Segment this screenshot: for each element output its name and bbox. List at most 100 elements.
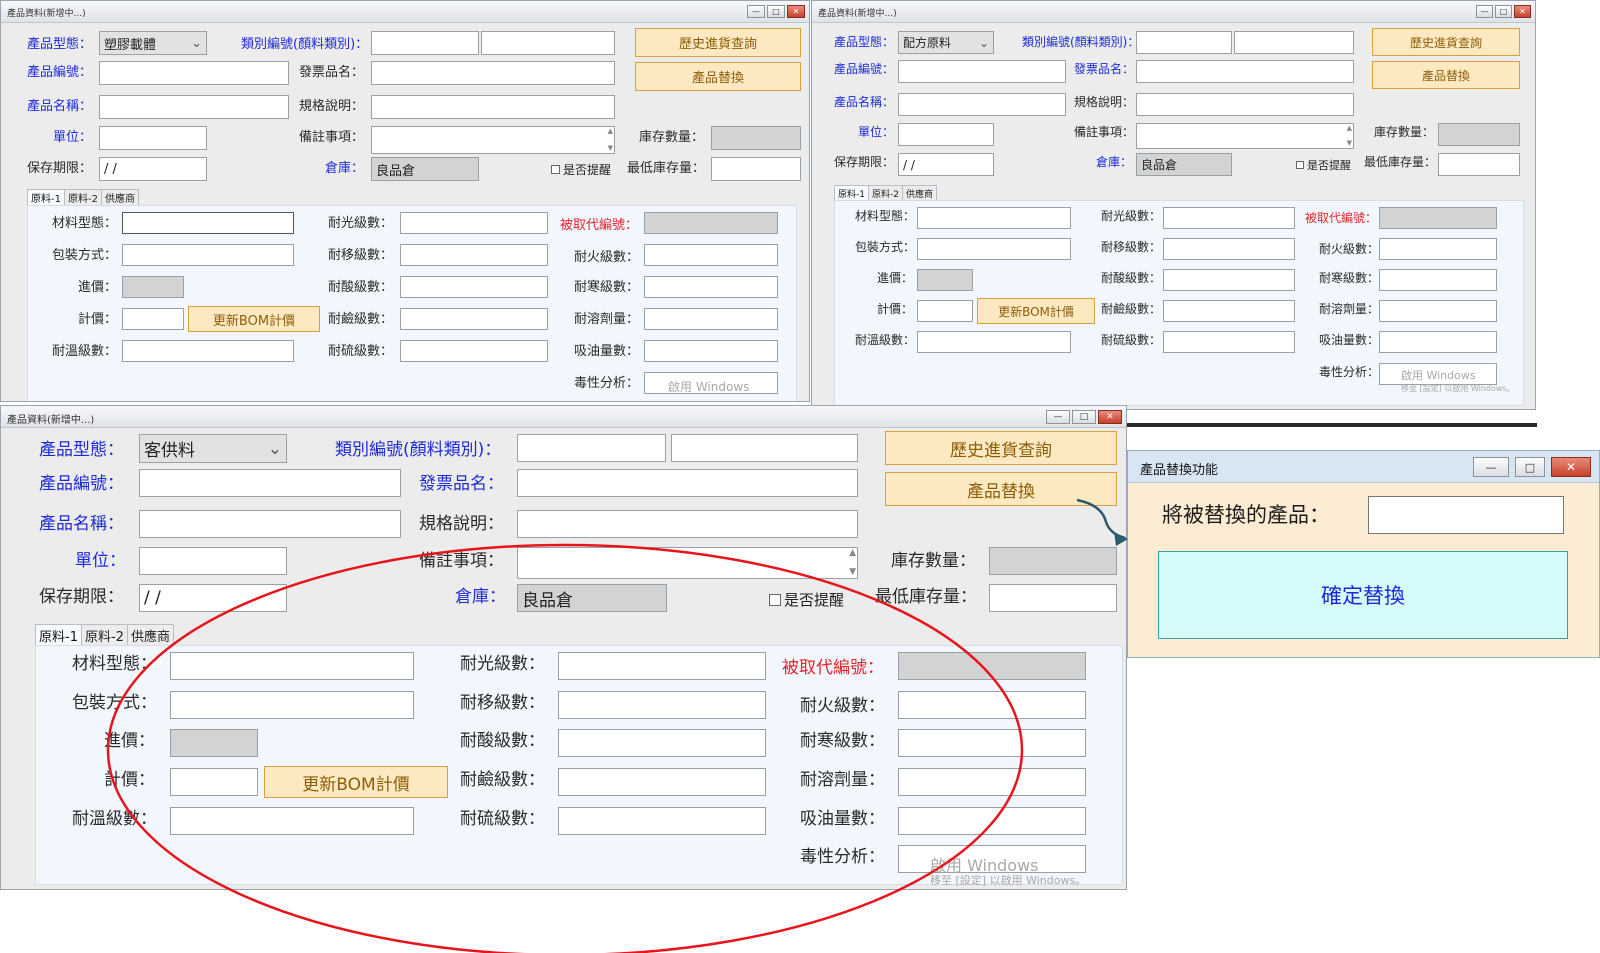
category-code-input-1[interactable] xyxy=(517,434,666,462)
product-type-select[interactable]: 配方原料 ⌄ xyxy=(898,31,994,54)
spec-input[interactable] xyxy=(371,95,615,119)
checkbox-box[interactable] xyxy=(1296,161,1304,169)
tab-material-2[interactable]: 原料-2 xyxy=(80,624,128,645)
pricing-input[interactable] xyxy=(122,308,184,330)
product-type-select[interactable]: 塑膠載體 ⌄ xyxy=(99,31,207,55)
tab-supplier[interactable]: 供應商 xyxy=(100,189,139,205)
unit-input[interactable] xyxy=(139,547,287,575)
unit-input[interactable] xyxy=(99,126,207,150)
note-input[interactable]: ▲ ▼ xyxy=(1136,123,1354,149)
shelf-life-input[interactable]: / / xyxy=(139,584,287,612)
solvent-resist-input[interactable] xyxy=(1379,300,1497,322)
history-purchase-button[interactable]: 歷史進貨查詢 xyxy=(1372,28,1520,56)
tab-supplier[interactable]: 供應商 xyxy=(126,624,174,645)
product-name-input[interactable] xyxy=(898,93,1066,116)
packaging-input[interactable] xyxy=(917,238,1071,260)
product-type-select[interactable]: 客供料 ⌄ xyxy=(139,434,287,463)
temp-resist-input[interactable] xyxy=(917,331,1071,353)
maximize-button[interactable]: □ xyxy=(767,5,785,18)
invoice-name-input[interactable] xyxy=(371,61,615,85)
scroll-up-icon[interactable]: ▲ xyxy=(849,549,856,558)
oil-absorb-input[interactable] xyxy=(644,340,778,362)
invoice-name-input[interactable] xyxy=(517,469,858,497)
oil-absorb-input[interactable] xyxy=(898,807,1086,835)
dialog-close-button[interactable]: ✕ xyxy=(1551,457,1591,477)
light-resist-input[interactable] xyxy=(558,652,766,680)
product-code-input[interactable] xyxy=(139,469,401,497)
dialog-minimize-button[interactable]: — xyxy=(1473,457,1509,477)
product-name-input[interactable] xyxy=(139,510,401,538)
light-resist-input[interactable] xyxy=(400,212,548,234)
acid-resist-input[interactable] xyxy=(400,276,548,298)
alkali-resist-input[interactable] xyxy=(1163,300,1295,322)
packaging-input[interactable] xyxy=(122,244,294,266)
solvent-resist-input[interactable] xyxy=(644,308,778,330)
sulfur-resist-input[interactable] xyxy=(558,807,766,835)
minimize-button[interactable]: — xyxy=(1476,5,1493,18)
scroll-up-icon[interactable]: ▲ xyxy=(608,128,613,135)
scroll-down-icon[interactable]: ▼ xyxy=(1347,140,1352,147)
minimize-button[interactable]: — xyxy=(1046,410,1070,424)
tab-supplier[interactable]: 供應商 xyxy=(901,185,937,200)
min-stock-input[interactable] xyxy=(989,584,1117,612)
tab-material-2[interactable]: 原料-2 xyxy=(63,189,102,205)
min-stock-input[interactable] xyxy=(1438,153,1520,176)
category-code-input-2[interactable] xyxy=(1234,31,1354,54)
tab-material-2[interactable]: 原料-2 xyxy=(867,185,903,200)
product-code-input[interactable] xyxy=(898,60,1066,83)
close-button[interactable]: ✕ xyxy=(1514,5,1531,18)
category-code-input-2[interactable] xyxy=(481,31,615,55)
minimize-button[interactable]: — xyxy=(747,5,765,18)
alkali-resist-input[interactable] xyxy=(558,768,766,796)
alkali-resist-input[interactable] xyxy=(400,308,548,330)
spec-input[interactable] xyxy=(517,510,858,538)
material-type-input[interactable] xyxy=(917,207,1071,229)
acid-resist-input[interactable] xyxy=(1163,269,1295,291)
acid-resist-input[interactable] xyxy=(558,729,766,757)
shelf-life-input[interactable]: / / xyxy=(99,157,207,181)
tab-material-1[interactable]: 原料-1 xyxy=(35,624,82,645)
history-purchase-button[interactable]: 歷史進貨查詢 xyxy=(635,28,801,57)
migration-resist-input[interactable] xyxy=(1163,238,1295,260)
temp-resist-input[interactable] xyxy=(170,807,414,835)
remind-checkbox[interactable]: 是否提醒 xyxy=(1296,157,1351,173)
product-name-input[interactable] xyxy=(99,95,289,119)
update-bom-button[interactable]: 更新BOM計價 xyxy=(188,306,320,332)
replaced-product-input[interactable] xyxy=(1368,496,1564,534)
product-replace-button[interactable]: 產品替換 xyxy=(1372,61,1520,89)
material-type-input[interactable] xyxy=(170,652,414,680)
scroll-down-icon[interactable]: ▼ xyxy=(608,145,613,152)
maximize-button[interactable]: □ xyxy=(1495,5,1512,18)
product-code-input[interactable] xyxy=(99,61,289,85)
tab-material-1[interactable]: 原料-1 xyxy=(27,189,65,205)
invoice-name-input[interactable] xyxy=(1136,60,1354,83)
note-input[interactable]: ▲ ▼ xyxy=(371,126,615,154)
close-button[interactable]: ✕ xyxy=(787,5,805,18)
sulfur-resist-input[interactable] xyxy=(1163,331,1295,353)
checkbox-box[interactable] xyxy=(551,165,560,174)
update-bom-button[interactable]: 更新BOM計價 xyxy=(977,298,1095,324)
shelf-life-input[interactable]: / / xyxy=(898,153,994,176)
remind-checkbox[interactable]: 是否提醒 xyxy=(769,589,844,610)
fire-resist-input[interactable] xyxy=(898,691,1086,719)
note-input[interactable]: ▲ ▼ xyxy=(517,547,858,579)
spec-input[interactable] xyxy=(1136,93,1354,116)
dialog-maximize-button[interactable]: □ xyxy=(1515,457,1545,477)
history-purchase-button[interactable]: 歷史進貨查詢 xyxy=(885,431,1117,465)
cold-resist-input[interactable] xyxy=(1379,269,1497,291)
unit-input[interactable] xyxy=(898,123,994,146)
scroll-up-icon[interactable]: ▲ xyxy=(1347,125,1352,132)
light-resist-input[interactable] xyxy=(1163,207,1295,229)
checkbox-box[interactable] xyxy=(769,593,781,606)
tab-material-1[interactable]: 原料-1 xyxy=(834,185,869,200)
category-code-input-1[interactable] xyxy=(1136,31,1232,54)
temp-resist-input[interactable] xyxy=(122,340,294,362)
fire-resist-input[interactable] xyxy=(1379,238,1497,260)
cold-resist-input[interactable] xyxy=(644,276,778,298)
migration-resist-input[interactable] xyxy=(400,244,548,266)
packaging-input[interactable] xyxy=(170,691,414,719)
pricing-input[interactable] xyxy=(917,300,973,322)
material-type-input[interactable] xyxy=(122,212,294,234)
fire-resist-input[interactable] xyxy=(644,244,778,266)
oil-absorb-input[interactable] xyxy=(1379,331,1497,353)
